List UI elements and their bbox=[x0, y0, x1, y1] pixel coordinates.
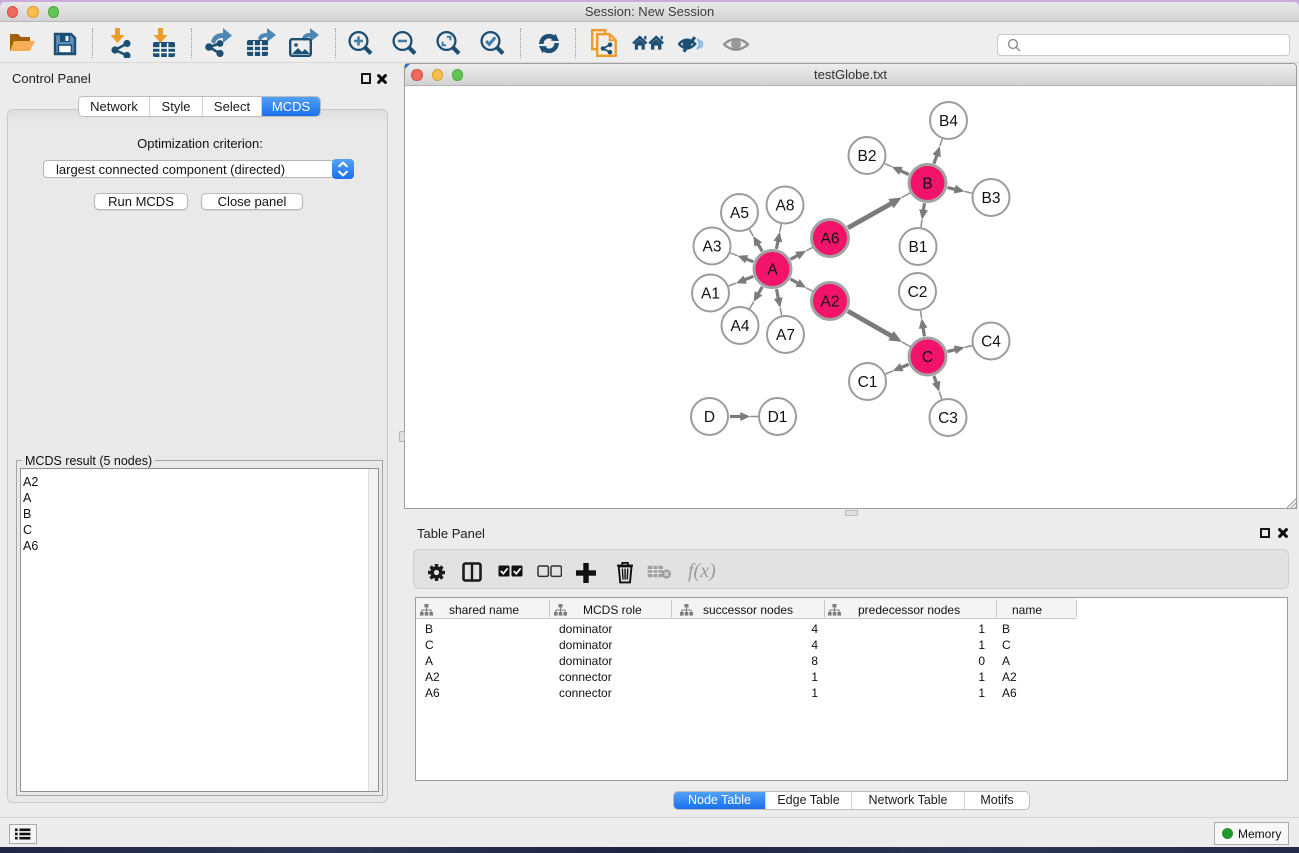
svg-text:C4: C4 bbox=[981, 333, 1001, 350]
svg-text:C3: C3 bbox=[938, 410, 958, 427]
svg-text:B2: B2 bbox=[858, 148, 877, 165]
svg-text:B: B bbox=[922, 175, 932, 192]
svg-text:B4: B4 bbox=[939, 113, 958, 130]
svg-text:A7: A7 bbox=[776, 327, 795, 344]
svg-text:A: A bbox=[767, 261, 778, 278]
svg-text:D: D bbox=[704, 409, 715, 426]
svg-text:A2: A2 bbox=[821, 293, 840, 310]
svg-text:A1: A1 bbox=[701, 285, 720, 302]
svg-text:A3: A3 bbox=[703, 238, 722, 255]
svg-text:A6: A6 bbox=[821, 230, 840, 247]
svg-text:C: C bbox=[922, 349, 933, 366]
svg-text:B1: B1 bbox=[909, 239, 928, 256]
svg-text:C1: C1 bbox=[858, 374, 878, 391]
svg-text:A8: A8 bbox=[776, 197, 795, 214]
svg-text:C2: C2 bbox=[908, 284, 928, 301]
svg-text:A4: A4 bbox=[731, 318, 750, 335]
svg-text:A5: A5 bbox=[730, 205, 749, 222]
svg-text:B3: B3 bbox=[982, 190, 1001, 207]
svg-text:D1: D1 bbox=[768, 409, 788, 426]
